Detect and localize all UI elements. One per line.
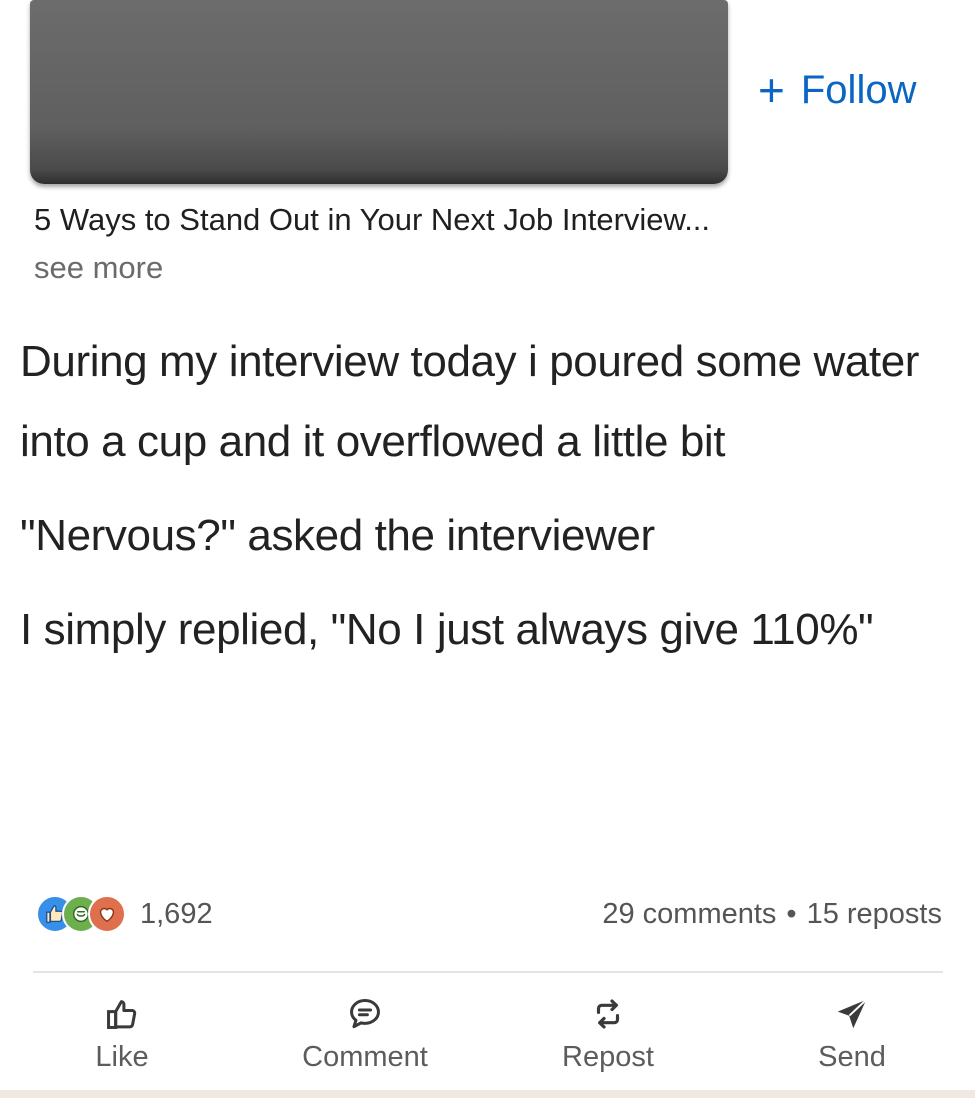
like-button[interactable]: Like	[32, 985, 212, 1085]
send-button[interactable]: Send	[762, 985, 942, 1085]
thumbs-up-icon	[107, 1000, 137, 1029]
plus-icon: +	[758, 64, 785, 116]
like-label: Like	[95, 1041, 149, 1073]
post-paragraph: I simply replied, "No I just always give…	[20, 605, 874, 654]
comment-icon	[350, 999, 380, 1029]
repost-icon	[596, 999, 620, 1029]
reactions-summary[interactable]: 1,692	[36, 894, 213, 934]
headline-text: 5 Ways to Stand Out in Your Next Job Int…	[34, 202, 711, 237]
engagement-stats: 29 comments • 15 reposts	[602, 894, 942, 934]
comments-count[interactable]: 29 comments	[602, 898, 776, 931]
reposts-count[interactable]: 15 reposts	[807, 898, 942, 931]
love-icon	[88, 895, 126, 933]
post-body: During my interview today i poured some …	[20, 322, 965, 670]
post-paragraph: "Nervous?" asked the interviewer	[20, 511, 655, 560]
comment-label: Comment	[302, 1041, 428, 1073]
separator-dot: •	[786, 897, 797, 930]
reaction-icons	[36, 895, 126, 933]
send-label: Send	[818, 1041, 886, 1073]
comment-button[interactable]: Comment	[275, 985, 455, 1085]
bottom-edge	[0, 1090, 975, 1098]
repost-label: Repost	[562, 1041, 654, 1073]
article-headline[interactable]: 5 Ways to Stand Out in Your Next Job Int…	[34, 196, 734, 292]
follow-button[interactable]: + Follow	[758, 62, 916, 118]
repost-button[interactable]: Repost	[518, 985, 698, 1085]
action-bar: Like Comment Repost Send	[0, 985, 975, 1085]
redacted-image	[30, 0, 728, 184]
see-more-link[interactable]: see more	[34, 250, 163, 285]
follow-label: Follow	[800, 67, 917, 112]
divider	[33, 971, 943, 973]
send-icon	[837, 999, 867, 1029]
reaction-count: 1,692	[140, 897, 213, 930]
post-paragraph: During my interview today i poured some …	[20, 337, 920, 466]
